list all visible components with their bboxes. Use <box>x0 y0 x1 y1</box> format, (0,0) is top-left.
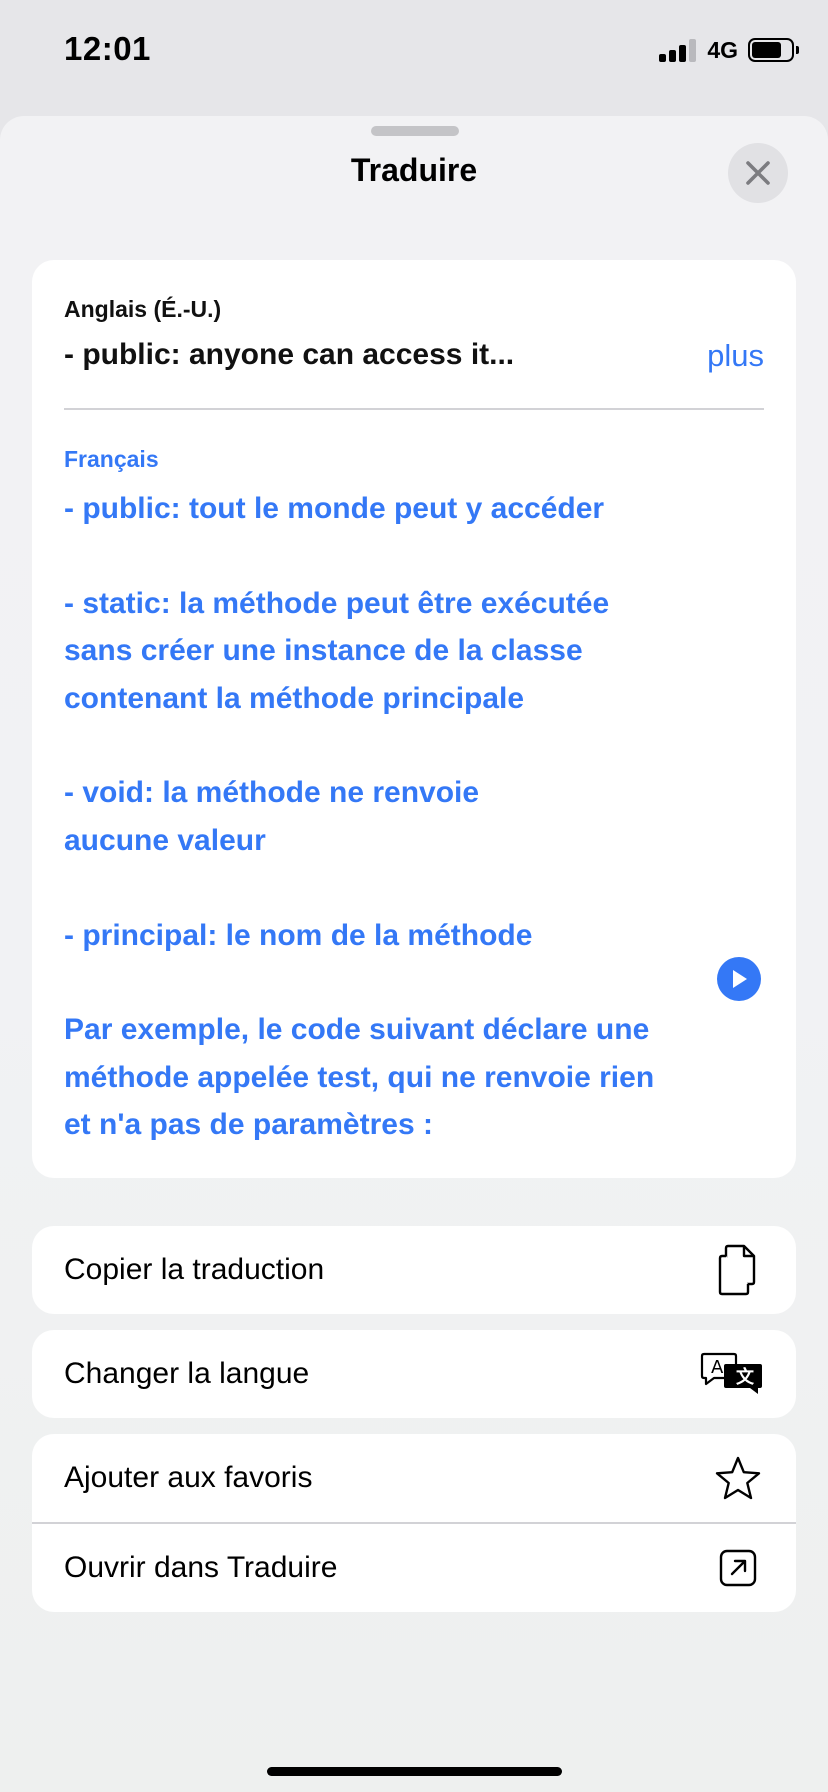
translated-text: - public: tout le monde peut y accéder - … <box>64 485 714 1149</box>
add-favorite-label: Ajouter aux favoris <box>64 1461 313 1494</box>
close-button[interactable] <box>728 143 788 203</box>
open-in-translate-button[interactable]: Ouvrir dans Traduire <box>32 1524 796 1612</box>
copy-group: Copier la traduction <box>32 1226 796 1314</box>
sheet-grabber[interactable] <box>371 126 459 136</box>
open-external-icon <box>712 1542 764 1594</box>
xmark-icon <box>746 161 770 185</box>
copy-translation-button[interactable]: Copier la traduction <box>32 1226 796 1314</box>
sheet-title: Traduire <box>350 152 478 188</box>
translation-card: Anglais (É.-U.) - public: anyone can acc… <box>32 260 796 1178</box>
status-time: 12:01 <box>64 30 151 67</box>
battery-icon <box>748 38 799 62</box>
svg-text:A: A <box>711 1357 724 1378</box>
translated-line: - principal: le nom de la méthode <box>64 918 533 952</box>
star-icon <box>712 1452 764 1504</box>
translated-line: - void: la méthode ne renvoie <box>64 776 480 810</box>
translated-line: - static: la méthode peut être exécutée <box>64 586 610 620</box>
copy-icon <box>712 1244 764 1296</box>
status-bar: 12:01 4G <box>0 0 828 110</box>
card-divider <box>64 408 764 410</box>
svg-text:文: 文 <box>736 1366 755 1388</box>
translated-line: Par exemple, le code suivant déclare une <box>64 1013 650 1047</box>
translated-line: méthode appelée test, qui ne renvoie rie… <box>64 1060 655 1094</box>
translated-line: contenant la méthode principale <box>64 681 525 715</box>
open-in-translate-label: Ouvrir dans Traduire <box>64 1551 338 1584</box>
translate-icon: A 文 <box>700 1348 764 1400</box>
language-group: Changer la langue A 文 <box>32 1330 796 1418</box>
translate-sheet: Traduire Anglais (É.-U.) - public: anyon… <box>0 116 828 1792</box>
more-link[interactable]: plus <box>707 338 764 374</box>
source-text: - public: anyone can access it... <box>64 338 515 371</box>
translated-line: aucune valeur <box>64 823 266 857</box>
more-actions-group: Ajouter aux favoris Ouvrir dans Traduire <box>32 1434 796 1612</box>
status-indicators: 4G <box>659 36 799 64</box>
play-button[interactable] <box>717 957 761 1001</box>
change-language-button[interactable]: Changer la langue A 文 <box>32 1330 796 1418</box>
translated-line: - public: tout le monde peut y accéder <box>64 492 605 525</box>
target-language: Français <box>64 446 159 472</box>
play-icon <box>733 970 747 988</box>
source-language: Anglais (É.-U.) <box>64 296 222 322</box>
copy-translation-label: Copier la traduction <box>64 1253 325 1286</box>
translated-line: et n'a pas de paramètres : <box>64 1108 433 1142</box>
battery-level <box>752 42 781 58</box>
network-type: 4G <box>707 36 738 63</box>
add-favorite-button[interactable]: Ajouter aux favoris <box>32 1434 796 1522</box>
change-language-label: Changer la langue <box>64 1357 310 1390</box>
translated-line: sans créer une instance de la classe <box>64 634 583 668</box>
home-indicator[interactable] <box>267 1767 562 1776</box>
signal-icon <box>659 38 697 62</box>
